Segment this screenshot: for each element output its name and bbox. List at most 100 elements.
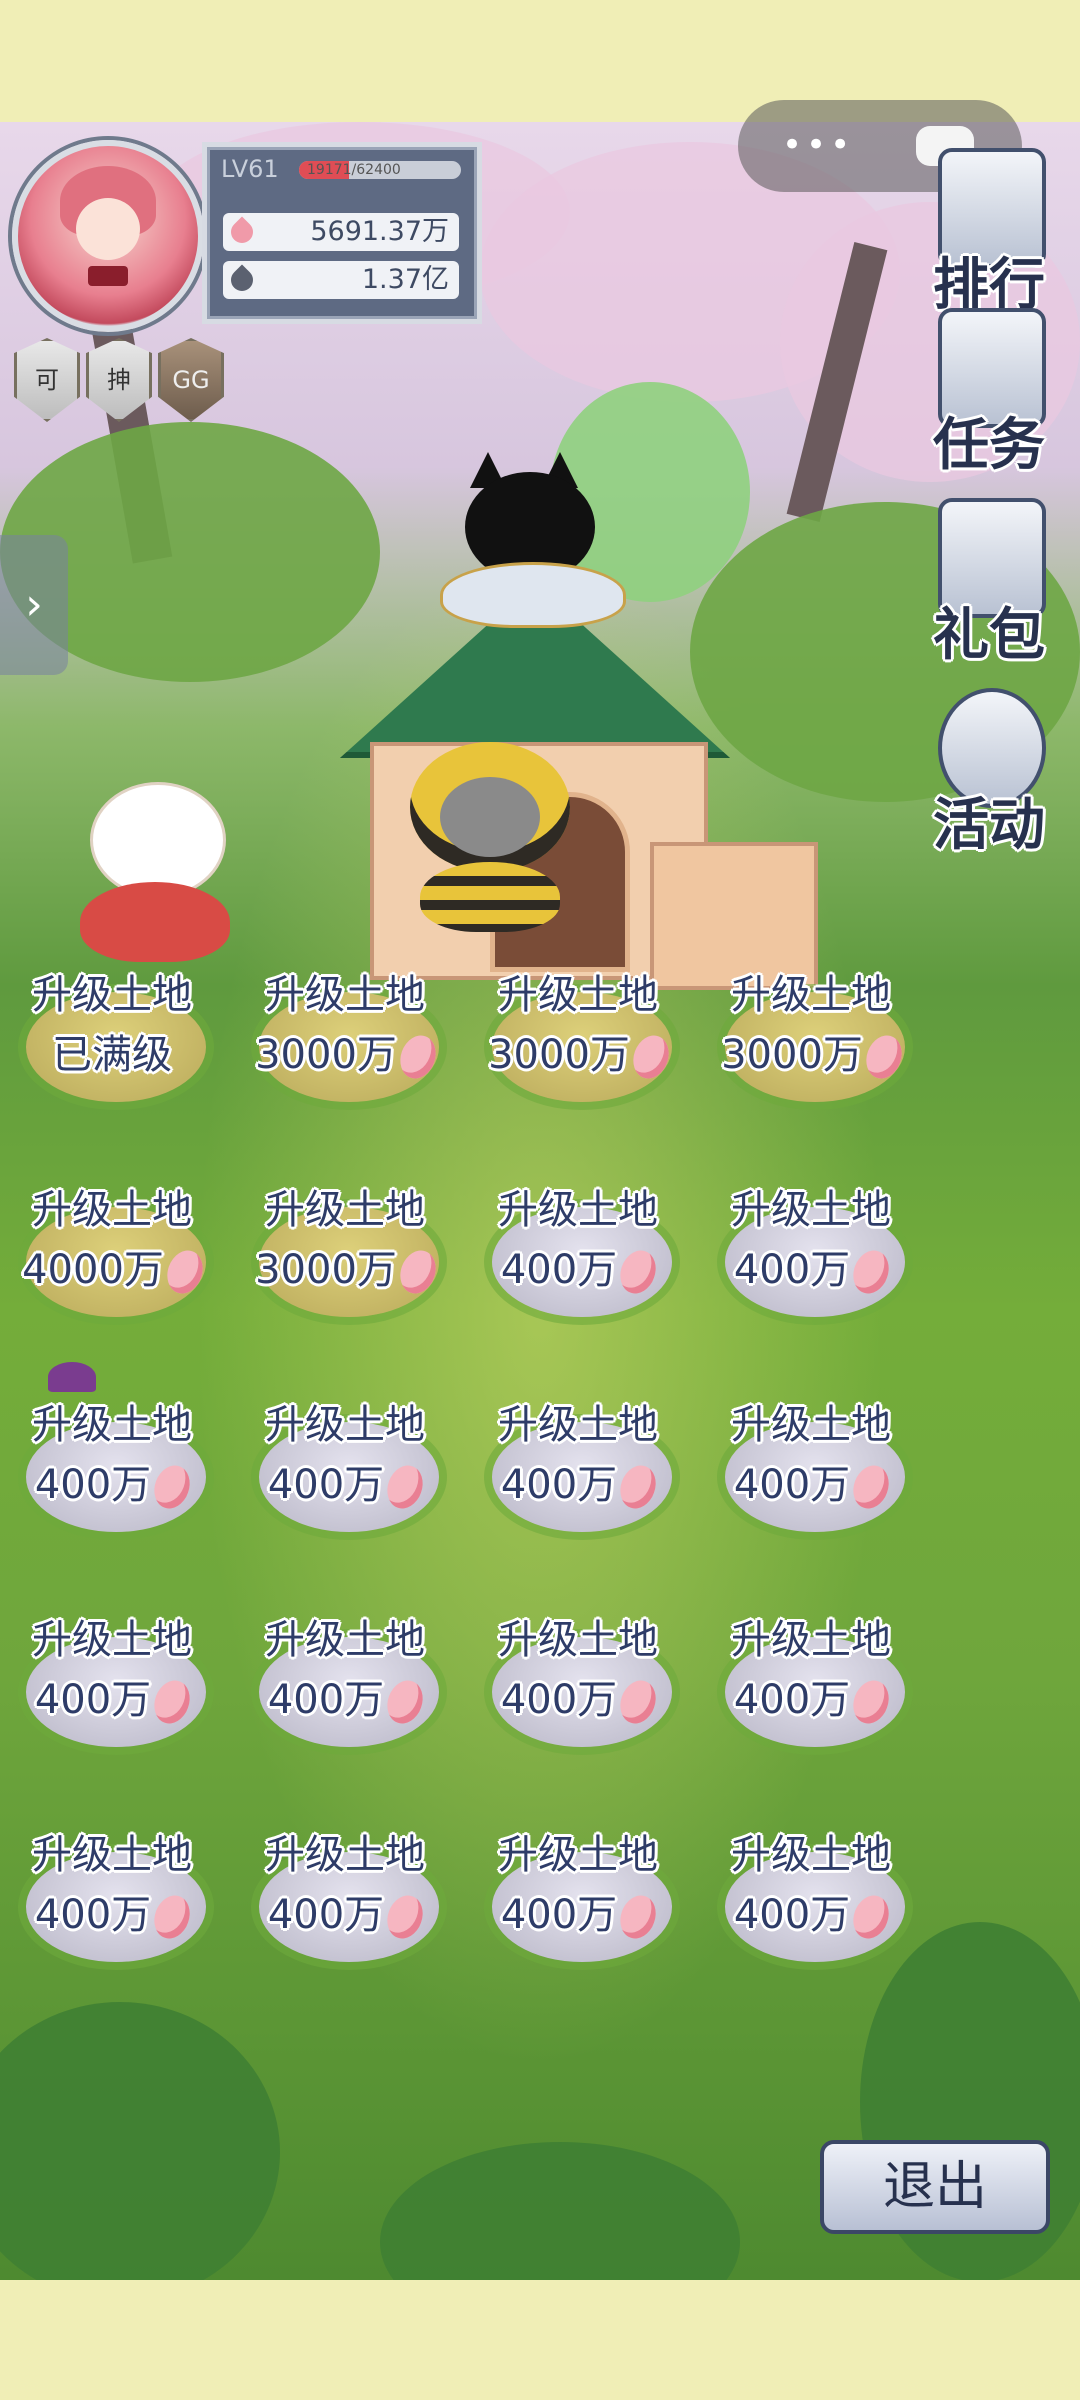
player-level: LV61	[221, 155, 279, 183]
land-plot[interactable]: 升级土地 已满级	[2, 962, 222, 1132]
tasks-button[interactable]: 任务	[910, 300, 1068, 480]
land-plot-cost: 400万	[2, 1452, 222, 1514]
bush	[380, 2142, 740, 2280]
land-plot-cost: 400万	[235, 1882, 455, 1944]
land-plot[interactable]: 升级土地 400万	[235, 1392, 455, 1562]
land-plot[interactable]: 升级土地 400万	[701, 1392, 921, 1562]
land-plot-cost: 3000万	[235, 1022, 455, 1084]
land-plot[interactable]: 升级土地 3000万	[701, 962, 921, 1132]
land-plot[interactable]: 升级土地 400万	[468, 1392, 688, 1562]
land-plot-cost: 400万	[701, 1237, 921, 1299]
bush	[0, 2002, 280, 2280]
land-plot-title: 升级土地	[32, 1187, 192, 1233]
land-plot-title: 升级土地	[32, 1832, 192, 1878]
land-plot-cost: 400万	[235, 1452, 455, 1514]
cat-dress	[80, 882, 230, 962]
land-plot[interactable]: 升级土地 3000万	[468, 962, 688, 1132]
land-plot-title: 升级土地	[731, 1402, 891, 1448]
land-plot-cost-value: 3000万	[255, 1247, 397, 1293]
rank-button[interactable]: 排行	[910, 140, 1068, 320]
land-plot-cost: 400万	[701, 1452, 921, 1514]
land-plot-title: 升级土地	[265, 1402, 425, 1448]
leaves-currency: 1.37亿	[223, 261, 459, 299]
event-button[interactable]: 活动	[910, 680, 1068, 860]
heart-petal-icon	[226, 216, 258, 248]
heart-petal-icon	[614, 1245, 662, 1299]
hearts-value: 5691.37万	[310, 216, 449, 247]
land-plot-title: 升级土地	[498, 1832, 658, 1878]
leaves-value: 1.37亿	[361, 264, 449, 295]
cat-bee[interactable]	[400, 732, 580, 932]
land-plot[interactable]: 升级土地 400万	[701, 1177, 921, 1347]
exit-button[interactable]: 退出	[820, 2140, 1050, 2234]
land-plot-title: 升级土地	[32, 1402, 192, 1448]
land-plot-cost: 3000万	[235, 1237, 455, 1299]
land-plot-cost: 400万	[2, 1667, 222, 1729]
land-plot[interactable]: 升级土地 3000万	[235, 962, 455, 1132]
heart-petal-icon	[847, 1890, 895, 1944]
land-plot-title: 升级土地	[265, 1187, 425, 1233]
land-plot-title: 升级土地	[265, 1832, 425, 1878]
land-plot-title: 升级土地	[32, 972, 192, 1018]
land-plot-cost-value: 400万	[733, 1677, 851, 1723]
land-plot-cost: 400万	[701, 1667, 921, 1729]
cat-black[interactable]	[430, 442, 630, 642]
land-plot-cost-value: 3000万	[488, 1032, 630, 1078]
heart-petal-icon	[381, 1460, 429, 1514]
gift-button[interactable]: 礼包	[910, 490, 1068, 670]
player-profile[interactable]: LV61 19171/62400 5691.37万 1.37亿	[12, 132, 482, 332]
heart-petal-icon	[860, 1030, 908, 1084]
land-plot-cost-value: 400万	[500, 1462, 618, 1508]
heart-petal-icon	[381, 1890, 429, 1944]
land-plot[interactable]: 升级土地 400万	[235, 1607, 455, 1777]
land-plot[interactable]: 升级土地 400万	[235, 1822, 455, 1992]
land-plot-cost: 400万	[468, 1237, 688, 1299]
land-plot-cost-value: 400万	[500, 1677, 618, 1723]
land-plot-cost-value: 400万	[267, 1892, 385, 1938]
land-plot-cost: 400万	[235, 1667, 455, 1729]
hearts-currency: 5691.37万	[223, 213, 459, 251]
land-plot-title: 升级土地	[731, 1617, 891, 1663]
expand-side-tab[interactable]: ›	[0, 535, 68, 675]
land-plot-cost: 400万	[468, 1667, 688, 1729]
tasks-label: 任务	[933, 413, 1045, 478]
heart-petal-icon	[847, 1460, 895, 1514]
land-plot[interactable]: 升级土地 400万	[2, 1607, 222, 1777]
land-plot[interactable]: 升级土地 400万	[468, 1177, 688, 1347]
land-plot-cost: 400万	[468, 1882, 688, 1944]
heart-petal-icon	[847, 1245, 895, 1299]
butterfly-icon	[48, 1362, 96, 1392]
land-plot-cost-value: 400万	[34, 1462, 152, 1508]
land-plot[interactable]: 升级土地 400万	[2, 1392, 222, 1562]
land-plot[interactable]: 升级土地 400万	[468, 1822, 688, 1992]
land-plot-cost-value: 400万	[733, 1247, 851, 1293]
land-plot[interactable]: 升级土地 400万	[701, 1822, 921, 1992]
land-plot-title: 升级土地	[498, 972, 658, 1018]
land-plot[interactable]: 升级土地 400万	[701, 1607, 921, 1777]
avatar[interactable]	[12, 140, 204, 332]
leaf-icon	[226, 264, 258, 296]
cat-face	[440, 777, 540, 857]
cat-white[interactable]	[70, 772, 240, 972]
land-plot-cost: 4000万	[2, 1237, 222, 1299]
land-plot-cost-value: 3000万	[255, 1032, 397, 1078]
land-plot-title: 升级土地	[498, 1617, 658, 1663]
land-plot-cost-value: 400万	[267, 1462, 385, 1508]
land-plot-cost-value: 400万	[500, 1892, 618, 1938]
land-plot-cost: 3000万	[701, 1022, 921, 1084]
land-plot-title: 升级土地	[731, 1832, 891, 1878]
land-plot[interactable]: 升级土地 400万	[2, 1822, 222, 1992]
land-plot-title: 升级土地	[32, 1617, 192, 1663]
land-plot[interactable]: 升级土地 3000万	[235, 1177, 455, 1347]
heart-petal-icon	[627, 1030, 675, 1084]
heart-petal-icon	[381, 1675, 429, 1729]
land-plot[interactable]: 升级土地 400万	[468, 1607, 688, 1777]
land-plot-title: 升级土地	[265, 972, 425, 1018]
land-plot[interactable]: 升级土地 4000万	[2, 1177, 222, 1347]
more-icon[interactable]: •••	[782, 128, 854, 162]
land-plot-cost-value: 3000万	[721, 1032, 863, 1078]
heart-petal-icon	[148, 1675, 196, 1729]
heart-petal-icon	[161, 1245, 209, 1299]
land-plot-cost: 已满级	[2, 1022, 222, 1080]
avatar-bow	[88, 266, 128, 286]
